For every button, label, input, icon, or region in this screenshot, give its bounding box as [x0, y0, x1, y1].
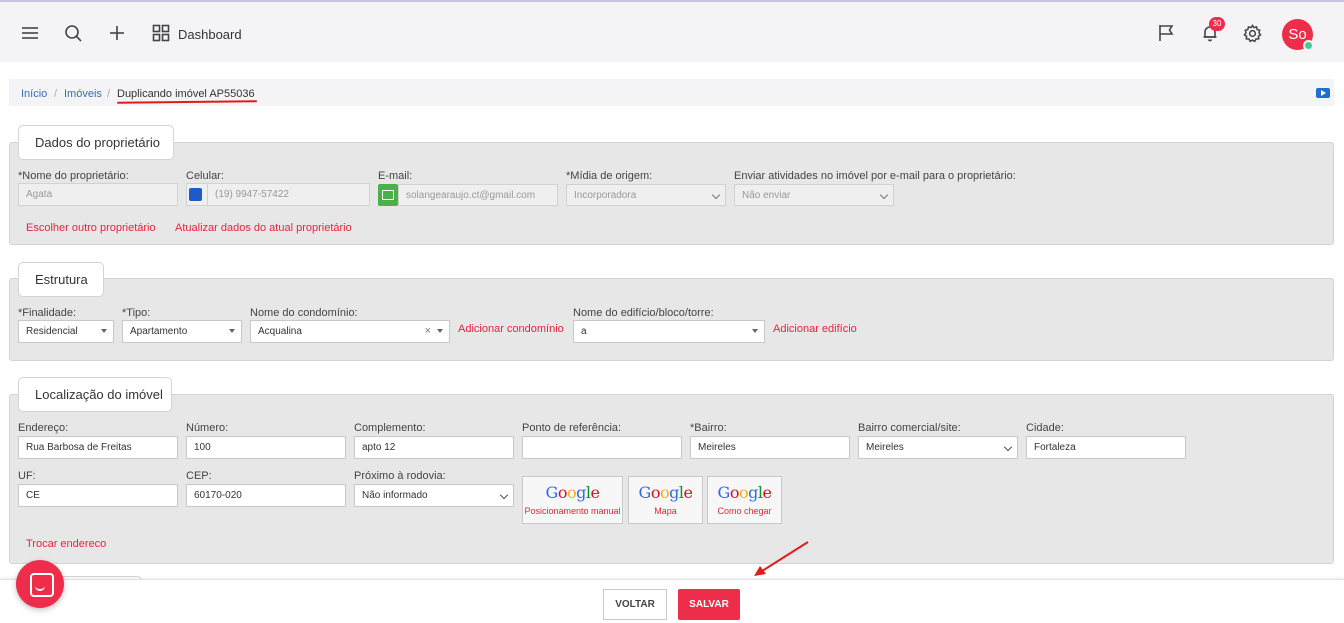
- uf-label: UF:: [18, 470, 36, 482]
- phone-icon: [189, 188, 202, 201]
- breadcrumb-separator: /: [54, 88, 58, 100]
- video-tutorial-icon[interactable]: [1316, 88, 1330, 98]
- breadcrumb-separator: /: [107, 88, 111, 100]
- phone-field: (19) 9947-57422: [207, 183, 370, 206]
- building-label: Nome do edifício/bloco/torre:: [573, 307, 714, 319]
- google-maps-logo: Google: [545, 483, 600, 502]
- condo-label: Nome do condomínio:: [250, 307, 358, 319]
- number-label: Número:: [186, 422, 229, 434]
- building-select[interactable]: a: [573, 320, 765, 343]
- clear-icon[interactable]: ×: [425, 321, 431, 342]
- send-activities-label: Enviar atividades no imóvel por e-mail p…: [734, 170, 1016, 182]
- type-select[interactable]: Apartamento: [122, 320, 242, 343]
- city-input[interactable]: Fortaleza: [1026, 436, 1186, 459]
- grid-icon[interactable]: [150, 22, 172, 44]
- building-value: a: [581, 326, 587, 337]
- complement-input[interactable]: apto 12: [354, 436, 514, 459]
- change-address-link[interactable]: Trocar endereco: [26, 538, 106, 550]
- commercial-district-label: Bairro comercial/site:: [858, 422, 961, 434]
- chevron-down-icon: [1003, 442, 1013, 452]
- email-label: E-mail:: [378, 170, 413, 182]
- map-button-caption: Como chegar: [717, 506, 772, 516]
- condo-value: Acqualina: [258, 326, 302, 337]
- annotation-arrow: [754, 541, 809, 576]
- highway-select[interactable]: Não informado: [354, 484, 514, 507]
- city-label: Cidade:: [1026, 422, 1064, 434]
- owner-section-title: Dados do proprietário: [18, 125, 174, 160]
- search-icon[interactable]: [62, 22, 84, 44]
- online-status-dot: [1303, 40, 1314, 51]
- email-field: solangearaujo.ct@gmail.com: [398, 184, 558, 206]
- commercial-district-value: Meireles: [866, 442, 904, 453]
- map-manual-position-button[interactable]: Google Posicionamento manual: [522, 476, 623, 524]
- add-building-link[interactable]: Adicionar edifício: [773, 323, 857, 335]
- send-activities-select: Não enviar: [734, 184, 894, 206]
- chevron-down-icon: [879, 190, 889, 200]
- back-button[interactable]: VOLTAR: [603, 589, 667, 620]
- condo-select[interactable]: Acqualina ×: [250, 320, 450, 343]
- reference-label: Ponto de referência:: [522, 422, 622, 434]
- phone-country-selector: [186, 183, 208, 206]
- media-origin-select: Incorporadora: [566, 184, 726, 206]
- caret-down-icon: [101, 329, 107, 333]
- structure-section-title: Estrutura: [18, 262, 104, 297]
- media-origin-label: *Mídia de origem:: [566, 170, 653, 182]
- address-input[interactable]: Rua Barbosa de Freitas: [18, 436, 178, 459]
- map-button-caption: Mapa: [654, 506, 677, 516]
- address-label: Endereço:: [18, 422, 69, 434]
- caret-down-icon: [437, 329, 443, 333]
- purpose-label: *Finalidade:: [18, 307, 77, 319]
- breadcrumb-properties[interactable]: Imóveis: [64, 88, 102, 100]
- highway-label: Próximo à rodovia:: [354, 470, 446, 482]
- commercial-district-select[interactable]: Meireles: [858, 436, 1018, 459]
- send-activities-value: Não enviar: [742, 190, 791, 201]
- chevron-down-icon: [499, 490, 509, 500]
- save-button[interactable]: SALVAR: [678, 589, 740, 620]
- chat-icon[interactable]: [16, 560, 64, 608]
- map-view-button[interactable]: Google Mapa: [628, 476, 703, 524]
- add-condo-link[interactable]: Adicionar condomínio: [458, 323, 564, 335]
- gear-icon[interactable]: [1241, 22, 1263, 44]
- caret-down-icon: [752, 329, 758, 333]
- breadcrumb: Início / Imóveis / Duplicando imóvel AP5…: [9, 79, 1334, 106]
- highway-value: Não informado: [362, 490, 428, 501]
- uf-input[interactable]: CE: [18, 484, 178, 507]
- owner-name-label: *Nome do proprietário:: [18, 170, 129, 182]
- breadcrumb-home[interactable]: Início: [21, 88, 47, 100]
- phone-label: Celular:: [186, 170, 224, 182]
- flag-icon[interactable]: [1155, 22, 1177, 44]
- plus-icon[interactable]: [106, 22, 128, 44]
- menu-icon[interactable]: [19, 22, 41, 44]
- map-button-caption: Posicionamento manual: [524, 506, 621, 516]
- owner-name-field: Agata: [18, 183, 178, 206]
- top-bar: Dashboard 30 So: [0, 0, 1344, 62]
- purpose-value: Residencial: [26, 326, 78, 337]
- number-input[interactable]: 100: [186, 436, 346, 459]
- google-maps-logo: Google: [638, 483, 693, 502]
- map-directions-button[interactable]: Google Como chegar: [707, 476, 782, 524]
- chevron-down-icon: [711, 190, 721, 200]
- dashboard-link[interactable]: Dashboard: [178, 27, 242, 42]
- breadcrumb-current: Duplicando imóvel AP55036: [117, 88, 255, 100]
- purpose-select[interactable]: Residencial: [18, 320, 114, 343]
- update-owner-link[interactable]: Atualizar dados do atual proprietário: [175, 222, 352, 234]
- choose-other-owner-link[interactable]: Escolher outro proprietário: [26, 222, 156, 234]
- district-input[interactable]: Meireles: [690, 436, 850, 459]
- annotation-underline: [116, 100, 258, 104]
- google-maps-logo: Google: [717, 483, 772, 502]
- type-value: Apartamento: [130, 326, 188, 337]
- email-icon: [378, 184, 398, 206]
- cep-label: CEP:: [186, 470, 212, 482]
- notification-badge: 30: [1209, 17, 1225, 31]
- reference-input[interactable]: [522, 436, 682, 459]
- action-bar: VOLTAR SALVAR: [0, 579, 1344, 623]
- type-label: *Tipo:: [122, 307, 151, 319]
- caret-down-icon: [229, 329, 235, 333]
- complement-label: Complemento:: [354, 422, 426, 434]
- district-label: *Bairro:: [690, 422, 727, 434]
- location-section-title: Localização do imóvel: [18, 377, 172, 412]
- media-origin-value: Incorporadora: [574, 190, 637, 201]
- cep-input[interactable]: 60170-020: [186, 484, 346, 507]
